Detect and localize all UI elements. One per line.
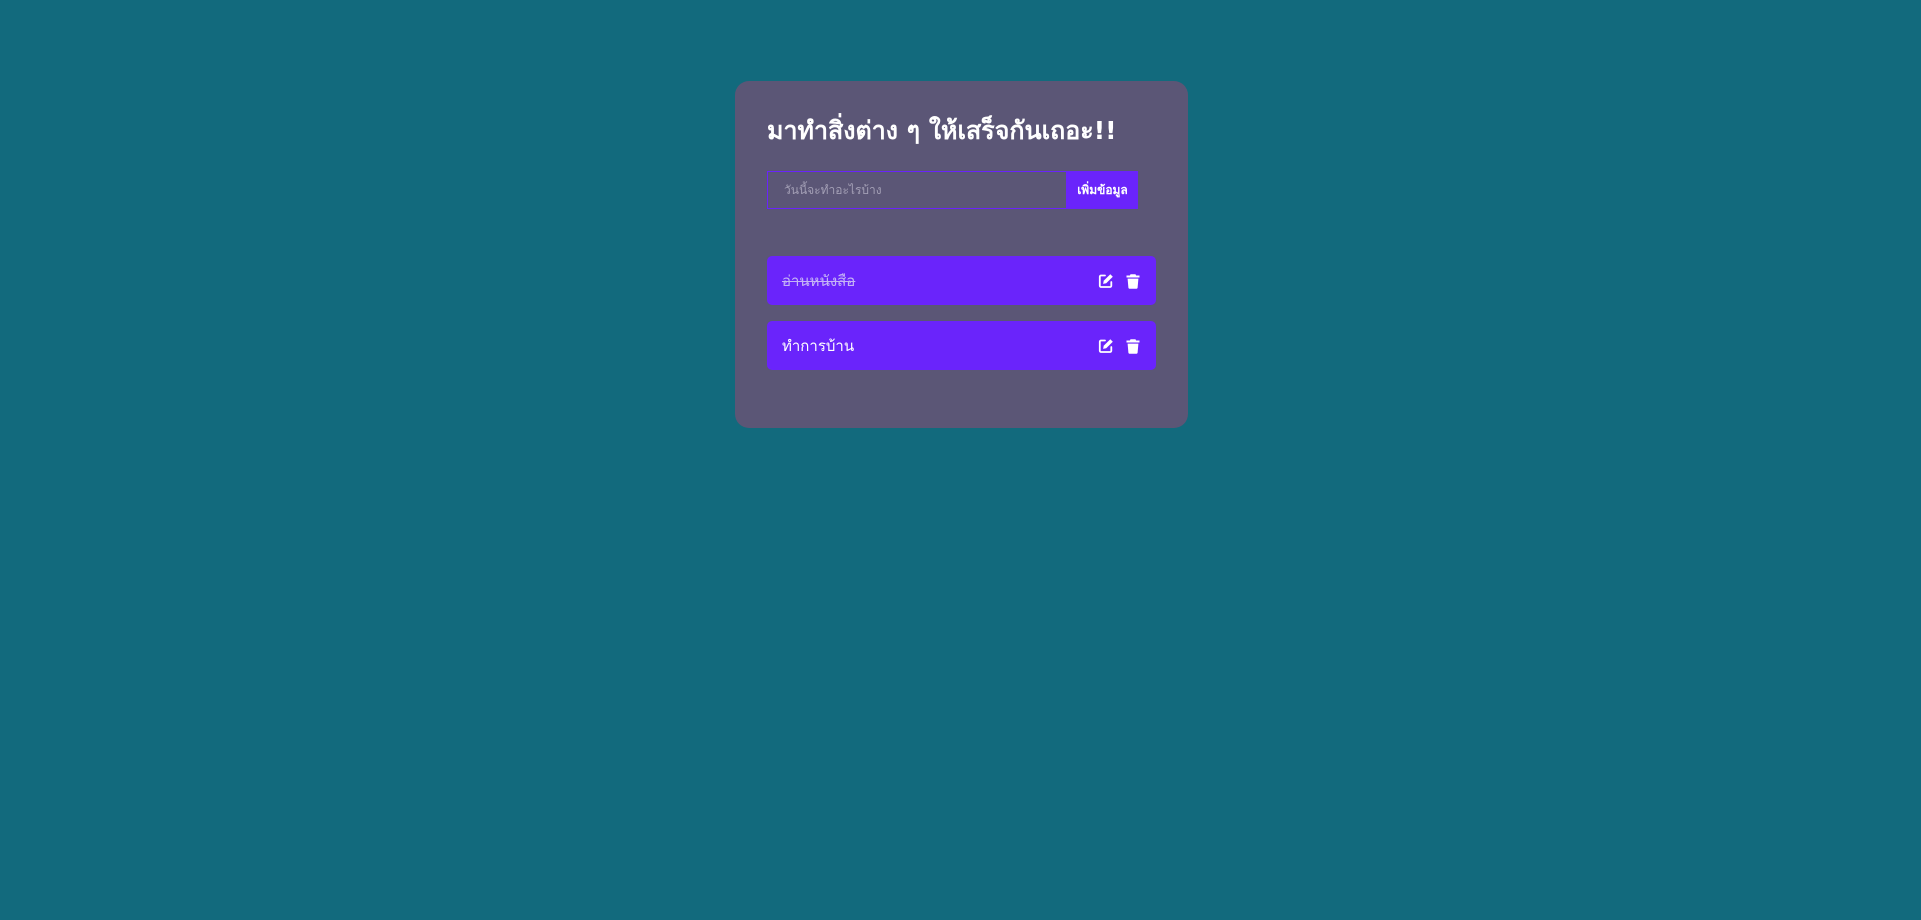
todo-input[interactable] xyxy=(767,171,1067,209)
page-title: มาทำสิ่งต่าง ๆ ให้เสร็จกันเถอะ!! xyxy=(767,116,1117,145)
todo-actions xyxy=(1098,273,1141,289)
edit-icon[interactable] xyxy=(1098,273,1114,289)
todo-text[interactable]: อ่านหนังสือ xyxy=(782,269,855,293)
todo-item[interactable]: ทำการบ้าน xyxy=(767,321,1156,370)
add-todo-button[interactable]: เพิ่มข้อมูล xyxy=(1067,171,1138,209)
todo-list: อ่านหนังสือ ทำการบ้าน xyxy=(767,256,1156,370)
edit-icon[interactable] xyxy=(1098,338,1114,354)
todo-actions xyxy=(1098,338,1141,354)
todo-text[interactable]: ทำการบ้าน xyxy=(782,334,854,358)
trash-icon[interactable] xyxy=(1125,273,1141,289)
todo-item[interactable]: อ่านหนังสือ xyxy=(767,256,1156,305)
trash-icon[interactable] xyxy=(1125,338,1141,354)
todo-card: มาทำสิ่งต่าง ๆ ให้เสร็จกันเถอะ!! เพิ่มข้… xyxy=(735,81,1188,428)
add-todo-form: เพิ่มข้อมูล xyxy=(767,171,1156,209)
